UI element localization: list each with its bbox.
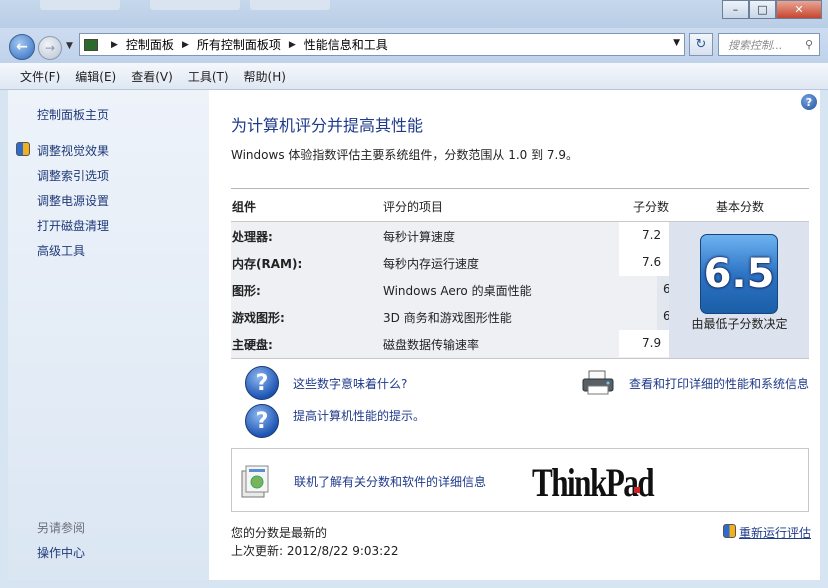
thinkpad-logo-dot <box>634 487 640 493</box>
score-status: 您的分数是最新的 <box>231 526 328 540</box>
menu-file[interactable]: 文件(F) <box>20 68 60 85</box>
minimize-button[interactable]: – <box>722 0 749 19</box>
divider <box>231 188 809 189</box>
sidebar: 控制面板主页 调整视觉效果 调整索引选项 调整电源设置 打开磁盘清理 高级工具 … <box>8 90 209 580</box>
sidebar-item-power[interactable]: 调整电源设置 <box>37 192 109 209</box>
component-name: 游戏图形: <box>232 311 285 325</box>
main-content: ? 为计算机评分并提高其性能 Windows 体验指数评估主要系统组件，分数范围… <box>209 90 820 580</box>
maximize-icon: □ <box>757 3 768 16</box>
chevron-right-icon[interactable]: ▶ <box>111 40 118 50</box>
what-numbers-mean-link[interactable]: 这些数字意味着什么? <box>293 375 407 392</box>
component-name: 内存(RAM): <box>232 257 303 271</box>
base-score-panel: 6.5 由最低子分数决定 <box>669 222 809 358</box>
refresh-button[interactable]: ↻ <box>689 33 713 56</box>
printer-icon <box>582 370 614 395</box>
chevron-down-icon[interactable]: ▼ <box>673 38 680 48</box>
arrow-right-icon: → <box>44 41 56 55</box>
component-name: 主硬盘: <box>232 338 273 352</box>
column-header-basescore: 基本分数 <box>716 200 765 214</box>
maximize-button[interactable]: □ <box>749 0 776 19</box>
uac-shield-icon <box>16 142 30 156</box>
online-info-panel: 联机了解有关分数和软件的详细信息 ThinkPad <box>231 448 809 512</box>
menu-edit[interactable]: 编辑(E) <box>75 68 116 85</box>
base-score-badge: 6.5 <box>700 234 778 314</box>
close-button[interactable]: ✕ <box>776 0 822 19</box>
table-row: 游戏图形: 3D 商务和游戏图形性能 6.5 <box>231 303 689 330</box>
menu-view[interactable]: 查看(V) <box>131 68 173 85</box>
table-row: 处理器: 每秒计算速度 7.2 <box>231 222 669 249</box>
menu-help[interactable]: 帮助(H) <box>244 68 286 85</box>
chevron-right-icon[interactable]: ▶ <box>289 40 296 50</box>
print-details-link[interactable]: 查看和打印详细的性能和系统信息 <box>629 375 809 392</box>
online-info-link[interactable]: 联机了解有关分数和软件的详细信息 <box>294 473 486 490</box>
rated-item: 3D 商务和游戏图形性能 <box>383 311 512 325</box>
table-row: 内存(RAM): 每秒内存运行速度 7.6 <box>231 249 669 276</box>
window-titlebar: – □ ✕ <box>0 0 828 28</box>
sidebar-item-action-center[interactable]: 操作中心 <box>37 544 85 561</box>
magnifier-icon: ⚲ <box>804 38 813 51</box>
thinkpad-logo: ThinkPad <box>532 460 655 505</box>
chevron-right-icon[interactable]: ▶ <box>182 40 189 50</box>
question-icon: ? <box>245 404 279 438</box>
score-rows: 处理器: 每秒计算速度 7.2 内存(RAM): 每秒内存运行速度 7.6 图形… <box>231 222 689 358</box>
breadcrumb-control-panel[interactable]: 控制面板 <box>126 36 174 53</box>
navigation-bar: ← → ▼ ▶ 控制面板 ▶ 所有控制面板项 ▶ 性能信息和工具 ▼ ↻ 搜索控… <box>0 28 828 63</box>
breadcrumb-all-items[interactable]: 所有控制面板项 <box>197 36 281 53</box>
back-button[interactable]: ← <box>9 34 35 60</box>
minimize-icon: – <box>732 3 739 16</box>
search-box[interactable]: 搜索控制... ⚲ <box>718 33 820 56</box>
rated-item: 磁盘数据传输速率 <box>383 338 480 352</box>
sidebar-item-visual-effects[interactable]: 调整视觉效果 <box>37 142 109 159</box>
arrow-left-icon: ← <box>16 39 28 55</box>
help-button[interactable]: ? <box>801 94 817 110</box>
menu-bar: 文件(F) 编辑(E) 查看(V) 工具(T) 帮助(H) <box>0 63 828 90</box>
sidebar-item-disk-cleanup[interactable]: 打开磁盘清理 <box>37 217 109 234</box>
table-header: 组件 评分的项目 子分数 基本分数 <box>231 196 809 221</box>
table-row: 主硬盘: 磁盘数据传输速率 7.9 <box>231 330 669 357</box>
sidebar-item-indexing[interactable]: 调整索引选项 <box>37 167 109 184</box>
recent-pages-dropdown[interactable]: ▼ <box>66 41 73 51</box>
titlebar-ghost <box>250 0 330 10</box>
sidebar-item-advanced-tools[interactable]: 高级工具 <box>37 242 85 259</box>
subscore: 7.9 <box>619 330 669 357</box>
rated-item: 每秒内存运行速度 <box>383 257 480 271</box>
rated-item: 每秒计算速度 <box>383 230 456 244</box>
column-header-item: 评分的项目 <box>383 200 444 214</box>
column-header-component: 组件 <box>232 200 257 214</box>
base-score-caption: 由最低子分数决定 <box>691 317 788 331</box>
forward-button[interactable]: → <box>38 36 62 60</box>
rerun-assessment-link[interactable]: 重新运行评估 <box>739 524 811 541</box>
software-package-icon <box>241 465 269 498</box>
search-input[interactable]: 搜索控制... <box>728 37 783 53</box>
refresh-icon: ↻ <box>695 37 707 52</box>
table-row: 图形: Windows Aero 的桌面性能 6.5 <box>231 276 689 303</box>
question-icon: ? <box>245 366 279 400</box>
see-also-label: 另请参阅 <box>37 521 86 535</box>
window-controls: – □ ✕ <box>722 0 822 19</box>
titlebar-ghost <box>40 0 120 10</box>
address-bar[interactable]: ▶ 控制面板 ▶ 所有控制面板项 ▶ 性能信息和工具 ▼ <box>79 33 685 56</box>
close-icon: ✕ <box>794 3 804 16</box>
rated-item: Windows Aero 的桌面性能 <box>383 284 532 298</box>
menu-tools[interactable]: 工具(T) <box>188 68 229 85</box>
breadcrumb-performance[interactable]: 性能信息和工具 <box>304 36 388 53</box>
page-subtitle: Windows 体验指数评估主要系统组件，分数范围从 1.0 到 7.9。 <box>231 148 578 162</box>
subscore: 7.2 <box>619 222 669 249</box>
component-name: 图形: <box>232 284 261 298</box>
help-icon: ? <box>805 95 813 109</box>
score-table: 组件 评分的项目 子分数 基本分数 处理器: 每秒计算速度 7.2 内存(RAM… <box>231 188 809 360</box>
titlebar-ghost <box>150 0 240 10</box>
control-panel-icon <box>84 38 98 51</box>
subscore: 7.6 <box>619 249 669 276</box>
performance-tips-link[interactable]: 提高计算机性能的提示。 <box>293 407 425 424</box>
component-name: 处理器: <box>232 230 273 244</box>
sidebar-item-home[interactable]: 控制面板主页 <box>37 106 109 123</box>
divider <box>231 358 809 359</box>
uac-shield-icon <box>723 524 736 538</box>
base-score-value: 6.5 <box>703 251 775 297</box>
last-update: 上次更新: 2012/8/22 9:03:22 <box>231 544 399 558</box>
page-title: 为计算机评分并提高其性能 <box>231 116 424 135</box>
column-header-subscore: 子分数 <box>633 200 670 214</box>
